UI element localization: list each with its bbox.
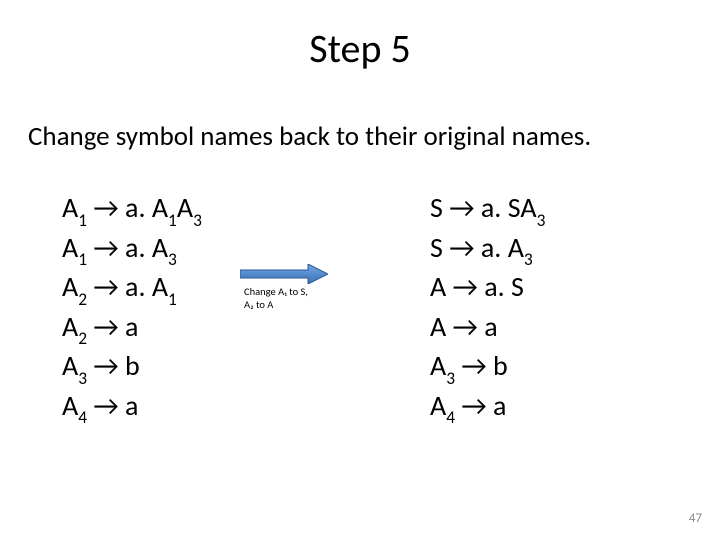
transform-arrow-group: Change A₁ to S, A₂ to A: [240, 264, 420, 311]
arrow-label-line: A₂ to A: [244, 298, 273, 311]
lhs: A: [430, 348, 446, 383]
slide-title: Step 5: [0, 24, 720, 73]
rule: S → a. A3: [430, 230, 660, 270]
lhs: A: [62, 190, 78, 225]
rhs-sub: 3: [537, 209, 546, 231]
rhs-part: a: [125, 309, 138, 344]
lhs: S: [430, 230, 443, 265]
rhs-part: a. A: [125, 230, 168, 265]
lhs: A: [62, 388, 78, 423]
rhs-sub: 1: [168, 209, 177, 231]
lhs-sub: 3: [446, 367, 455, 389]
rule: A3 → b: [430, 348, 660, 388]
rule: A4 → a: [430, 388, 660, 428]
rhs-part: a. A: [481, 230, 524, 265]
rhs-part: a. A: [125, 269, 168, 304]
rhs-part: a: [484, 309, 497, 344]
lhs: A: [430, 309, 446, 344]
rhs-sub: 3: [193, 209, 202, 231]
rhs-part: a. SA: [481, 190, 537, 225]
lhs-sub: 2: [78, 327, 87, 349]
lhs: S: [430, 190, 443, 225]
page-number: 47: [689, 511, 702, 526]
rule: A1 → a. A1A3: [62, 190, 292, 230]
rhs-part: a: [125, 388, 138, 423]
slide: Step 5 Change symbol names back to their…: [0, 0, 720, 540]
rhs-sub: 3: [168, 248, 177, 270]
lhs: A: [62, 230, 78, 265]
rhs-sub: 1: [168, 288, 177, 310]
rhs-sub: 3: [524, 248, 533, 270]
lhs-sub: 1: [78, 248, 87, 270]
grammar-right-column: S → a. SA3 S → a. A3 A → a. S A → a A3 →…: [430, 190, 660, 427]
lhs-sub: 4: [446, 406, 455, 428]
lhs: A: [430, 388, 446, 423]
rule: A2 → a: [62, 309, 292, 349]
rhs-part: A: [177, 190, 193, 225]
rule: A3 → b: [62, 348, 292, 388]
lhs: A: [430, 269, 446, 304]
rule: A4 → a: [62, 388, 292, 428]
rhs-part: a. A: [125, 190, 168, 225]
rhs-part: a. S: [484, 269, 524, 304]
rule: S → a. SA3: [430, 190, 660, 230]
slide-subtitle: Change symbol names back to their origin…: [28, 120, 591, 153]
lhs-sub: 1: [78, 209, 87, 231]
lhs-sub: 3: [78, 367, 87, 389]
arrow-label: Change A₁ to S, A₂ to A: [244, 286, 420, 311]
rule: A → a. S: [430, 269, 660, 309]
rhs-part: b: [493, 348, 508, 383]
arrow-label-line: Change A₁ to S,: [244, 285, 308, 298]
lhs: A: [62, 309, 78, 344]
lhs-sub: 2: [78, 288, 87, 310]
rule: A → a: [430, 309, 660, 349]
rhs-part: a: [493, 388, 506, 423]
lhs: A: [62, 269, 78, 304]
arrow-right-icon: [240, 264, 328, 284]
lhs: A: [62, 348, 78, 383]
lhs-sub: 4: [78, 406, 87, 428]
rhs-part: b: [125, 348, 140, 383]
